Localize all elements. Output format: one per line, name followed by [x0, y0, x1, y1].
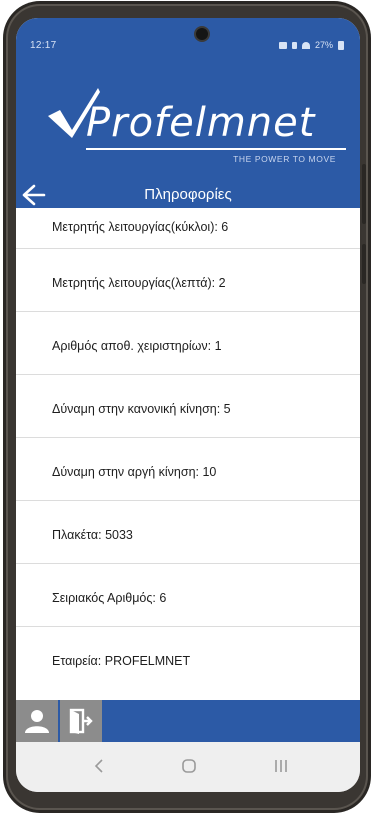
front-camera [194, 26, 210, 42]
wifi-icon [301, 41, 310, 49]
app-screen: 12:17 27% Profelmnet THE POWER TO MOVE Π… [16, 18, 360, 792]
list-item: Μετρητής λειτουργίας(κύκλοι): 6 [16, 208, 360, 249]
bluetooth-icon [291, 41, 297, 49]
list-item: Αριθμός αποθ. χειριστηρίων: 1 [16, 312, 360, 375]
chevron-left-icon [94, 759, 103, 773]
system-nav-bar [16, 742, 360, 792]
logo-underline [86, 148, 346, 150]
list-item: Εταιρεία: PROFELMNET [16, 627, 360, 689]
info-text: Σειριακός Αριθμός: 6 [52, 591, 167, 605]
list-item: Σειριακός Αριθμός: 6 [16, 564, 360, 627]
status-bar: 12:17 27% [16, 18, 360, 58]
volume-button [362, 164, 366, 224]
logout-icon [69, 708, 93, 734]
battery-percentage: 27% [314, 40, 333, 50]
profile-button[interactable] [16, 700, 58, 742]
logout-button[interactable] [60, 700, 102, 742]
bottom-toolbar [16, 700, 360, 742]
info-text: Δύναμη στην αργή κίνηση: 10 [52, 465, 217, 479]
status-time: 12:17 [30, 40, 57, 51]
user-icon [25, 710, 49, 733]
brand-logo: Profelmnet THE POWER TO MOVE [46, 86, 346, 164]
power-button [362, 244, 366, 284]
list-item: Δύναμη στην αργή κίνηση: 10 [16, 438, 360, 501]
info-list: Μετρητής λειτουργίας(κύκλοι): 6 Μετρητής… [16, 208, 360, 689]
notification-icon [278, 41, 287, 49]
list-item: Μετρητής λειτουργίας(λεπτά): 2 [16, 249, 360, 312]
recents-icon [275, 760, 287, 772]
page-title: Πληροφορίες [144, 186, 232, 203]
logo-wordmark: Profelmnet [86, 100, 316, 146]
battery-icon [338, 40, 344, 50]
list-item: Δύναμη στην κανονική κίνηση: 5 [16, 375, 360, 438]
status-icons: 27% [278, 40, 344, 50]
nav-back-button[interactable] [86, 754, 112, 778]
info-text: Μετρητής λειτουργίας(λεπτά): 2 [52, 276, 226, 290]
info-text: Εταιρεία: PROFELMNET [52, 654, 191, 668]
home-icon [182, 759, 196, 773]
logo-tagline: THE POWER TO MOVE [233, 154, 336, 164]
title-bar: Πληροφορίες [16, 182, 360, 208]
list-item: Πλακέτα: 5033 [16, 501, 360, 564]
nav-home-button[interactable] [176, 754, 202, 778]
info-text: Μετρητής λειτουργίας(κύκλοι): 6 [52, 220, 229, 234]
info-text: Πλακέτα: 5033 [52, 528, 133, 542]
info-text: Αριθμός αποθ. χειριστηρίων: 1 [52, 339, 222, 353]
info-text: Δύναμη στην κανονική κίνηση: 5 [52, 402, 231, 416]
app-header: Profelmnet THE POWER TO MOVE [16, 58, 360, 182]
nav-recents-button[interactable] [268, 754, 294, 778]
